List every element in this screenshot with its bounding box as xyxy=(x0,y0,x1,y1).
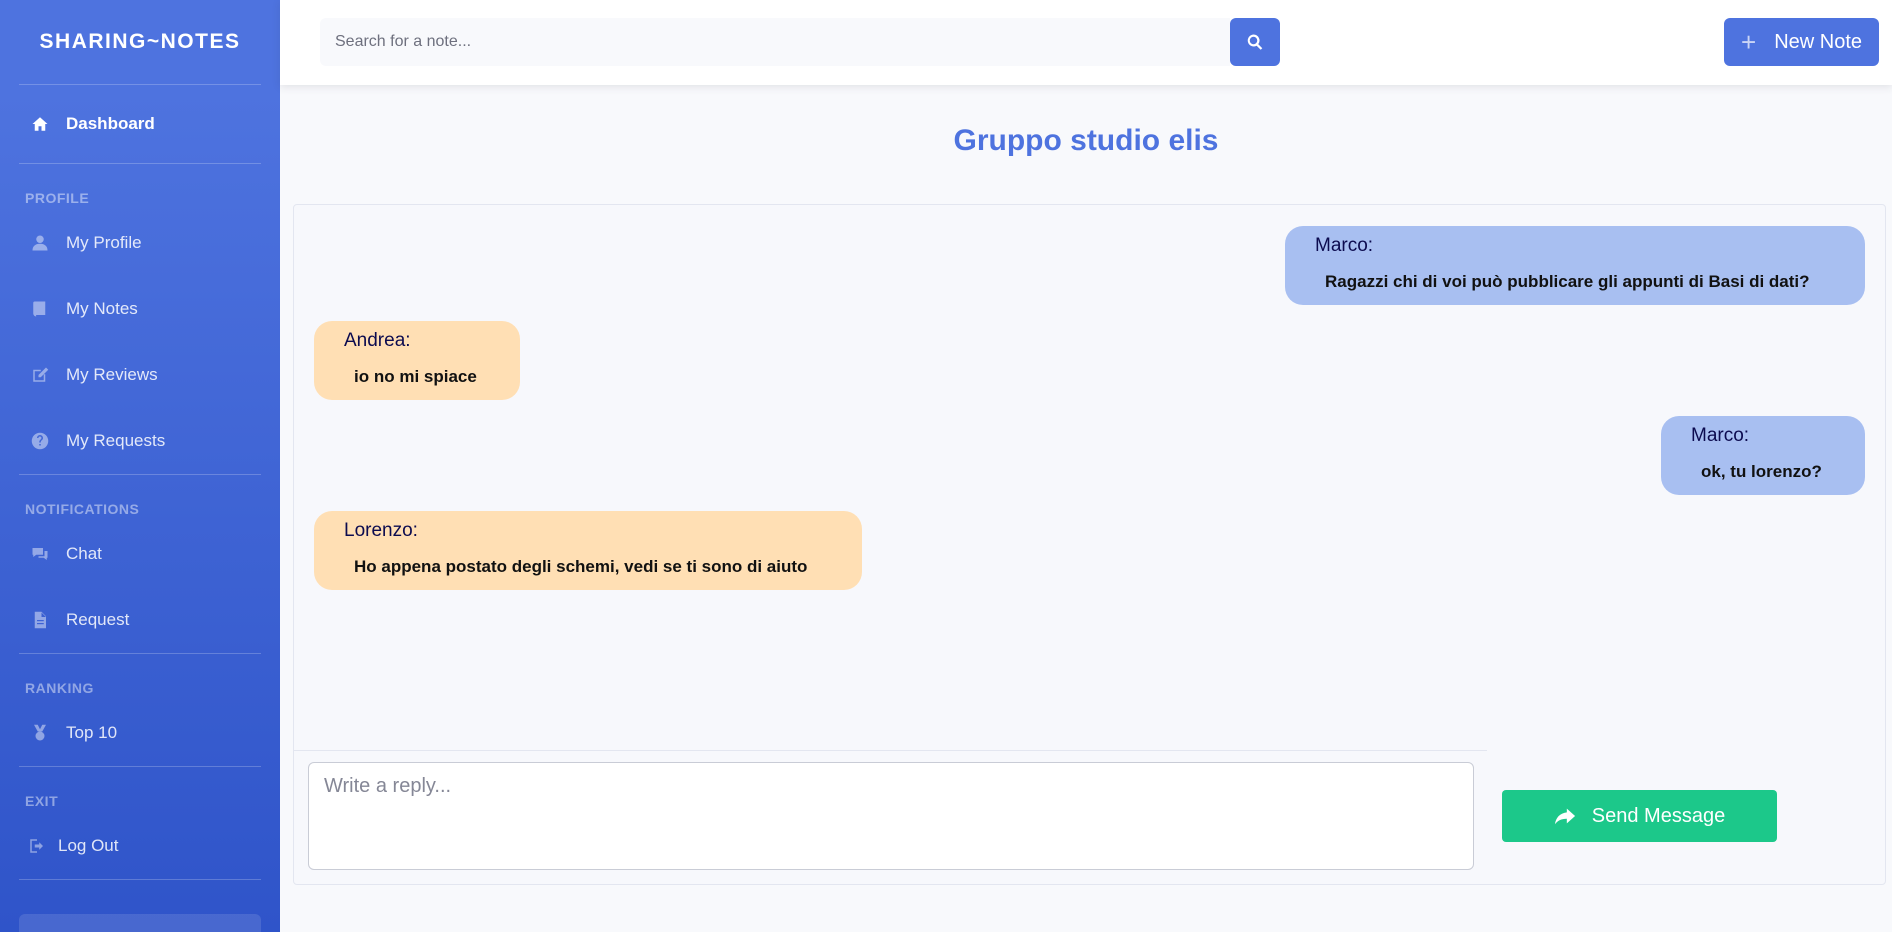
page-title: Gruppo studio elis xyxy=(953,124,1219,157)
chat-card: Marco: Ragazzi chi di voi può pubblicare… xyxy=(293,204,1886,885)
message-bubble: Andrea: io no mi spiace xyxy=(314,321,520,400)
sidebar-item-my-reviews[interactable]: My Reviews xyxy=(19,342,261,408)
sidebar-item-label: Log Out xyxy=(58,836,119,855)
sidebar-heading-notifications: NOTIFICATIONS xyxy=(25,501,140,517)
sidebar-item-label: My Notes xyxy=(66,299,138,318)
sidebar-item-label: My Requests xyxy=(66,431,166,450)
message-bubble: Marco: ok, tu lorenzo? xyxy=(1661,416,1865,495)
sidebar-item-label: Chat xyxy=(66,544,102,563)
message-author: Marco: xyxy=(1315,235,1374,256)
book-icon xyxy=(30,300,49,319)
reply-divider xyxy=(294,750,1487,751)
search-input[interactable] xyxy=(320,18,1230,66)
search-button[interactable] xyxy=(1230,18,1280,66)
sidebar-item-label: Top 10 xyxy=(66,723,118,742)
comments-icon xyxy=(30,545,49,564)
message-author: Andrea: xyxy=(344,330,411,351)
sidebar-item-label: Dashboard xyxy=(66,114,155,133)
message-author: Marco: xyxy=(1691,425,1750,446)
question-circle-icon xyxy=(30,432,49,451)
reply-input[interactable] xyxy=(308,762,1474,870)
sidebar-item-label: My Reviews xyxy=(66,365,158,384)
sidebar-item-chat[interactable]: Chat xyxy=(19,521,261,587)
sidebar-heading-exit: EXIT xyxy=(25,793,59,809)
send-message-label: Send Message xyxy=(1591,804,1726,827)
sign-out-icon xyxy=(27,837,46,856)
message-bubble: Marco: Ragazzi chi di voi può pubblicare… xyxy=(1285,226,1865,305)
topbar: + New Note xyxy=(280,0,1892,85)
plus-icon: + xyxy=(1741,27,1757,57)
sidebar-divider xyxy=(19,879,261,880)
message-text: Ragazzi chi di voi può pubblicare gli ap… xyxy=(1325,272,1810,291)
sidebar-item-log-out[interactable]: Log Out xyxy=(19,813,261,879)
home-icon xyxy=(30,115,49,134)
user-icon xyxy=(30,234,49,253)
sidebar-item-request[interactable]: Request xyxy=(19,587,261,653)
search-bar xyxy=(320,18,1280,66)
sidebar-item-label: Request xyxy=(66,610,130,629)
sidebar-item-label: My Profile xyxy=(66,233,142,252)
sidebar-item-my-notes[interactable]: My Notes xyxy=(19,276,261,342)
brand-logo[interactable]: SHARING~NOTES xyxy=(19,0,261,84)
sidebar-toggle[interactable] xyxy=(19,914,261,932)
sidebar-item-my-requests[interactable]: My Requests xyxy=(19,408,261,474)
message-text: Ho appena postato degli schemi, vedi se … xyxy=(354,557,808,576)
message-author: Lorenzo: xyxy=(344,520,418,541)
edit-icon xyxy=(30,366,49,385)
sidebar-heading-profile: PROFILE xyxy=(25,190,90,206)
file-icon xyxy=(30,611,49,630)
sidebar-heading-ranking: RANKING xyxy=(25,680,94,696)
medal-icon xyxy=(30,724,49,743)
new-note-button[interactable]: + New Note xyxy=(1724,18,1879,66)
sidebar: SHARING~NOTES Dashboard PROFILE My Profi… xyxy=(0,0,280,932)
send-message-button[interactable]: Send Message xyxy=(1502,790,1777,842)
share-icon xyxy=(1554,808,1575,825)
message-text: io no mi spiace xyxy=(354,367,477,386)
sidebar-item-top-10[interactable]: Top 10 xyxy=(19,700,261,766)
message-text: ok, tu lorenzo? xyxy=(1701,462,1822,481)
new-note-label: New Note xyxy=(1774,30,1862,53)
message-bubble: Lorenzo: Ho appena postato degli schemi,… xyxy=(314,511,862,590)
sidebar-item-my-profile[interactable]: My Profile xyxy=(19,210,261,276)
sidebar-item-dashboard[interactable]: Dashboard xyxy=(19,85,261,163)
search-icon xyxy=(1247,34,1263,50)
message-list: Marco: Ragazzi chi di voi può pubblicare… xyxy=(294,205,1885,750)
